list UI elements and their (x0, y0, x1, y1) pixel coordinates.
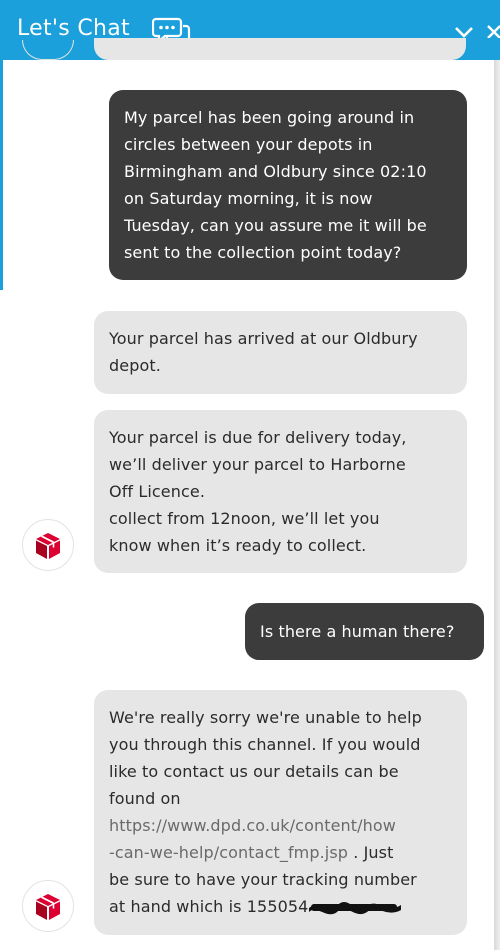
user-message: Is there a human there? (245, 603, 484, 660)
message-line: My parcel has been going around in (124, 108, 415, 127)
bot-message: Your parcel is due for delivery today, w… (94, 410, 467, 573)
bot-message: We're really sorry we're unable to help … (94, 690, 467, 935)
message-line: circles between your depots in (124, 135, 373, 154)
message-line: -can-we-help/contact_fmp.jsp . Just (109, 839, 452, 866)
message-line: like to contact us our details can be (109, 762, 399, 781)
redaction-scribble (309, 902, 401, 915)
previous-message-bubble (94, 38, 466, 60)
message-line: know when it’s ready to collect. (109, 536, 367, 555)
close-icon[interactable] (486, 24, 500, 38)
scrollbar[interactable] (494, 60, 500, 950)
message-line: found on (109, 789, 181, 808)
chevron-down-icon[interactable] (454, 26, 474, 38)
bot-message: Your parcel has arrived at our Oldbury d… (94, 311, 467, 394)
message-line: depot. (109, 356, 161, 375)
message-line: Tuesday, can you assure me it will be (124, 216, 427, 235)
dpd-parcel-box-icon (36, 894, 60, 920)
dpd-parcel-box-icon (36, 533, 60, 559)
tracking-number-text: at hand which is 155054 (109, 897, 309, 916)
message-line: Your parcel has arrived at our Oldbury (109, 329, 418, 348)
message-line: Your parcel is due for delivery today, (109, 428, 407, 447)
message-line: sent to the collection point today? (124, 243, 402, 262)
bot-avatar (22, 519, 74, 571)
bot-avatar (22, 880, 74, 932)
message-line: at hand which is 155054 (109, 893, 452, 920)
contact-link[interactable]: -can-we-help/contact_fmp.jsp (109, 843, 348, 862)
contact-link[interactable]: https://www.dpd.co.uk/content/how (109, 816, 396, 835)
message-line: Is there a human there? (260, 622, 455, 641)
message-line: you through this channel. If you would (109, 735, 421, 754)
user-message: My parcel has been going around in circl… (109, 90, 467, 280)
message-line: https://www.dpd.co.uk/content/how (109, 812, 452, 839)
window-border-left (0, 60, 3, 290)
message-line: collect from 12noon, we’ll let you (109, 509, 380, 528)
message-line: We're really sorry we're unable to help (109, 708, 422, 727)
message-line: Birmingham and Oldbury since 02:10 (124, 162, 427, 181)
message-text: . Just (348, 843, 394, 862)
message-line: on Saturday morning, it is now (124, 189, 373, 208)
message-line: Off Licence. (109, 482, 206, 501)
message-line: be sure to have your tracking number (109, 870, 417, 889)
message-line: we’ll deliver your parcel to Harborne (109, 455, 406, 474)
